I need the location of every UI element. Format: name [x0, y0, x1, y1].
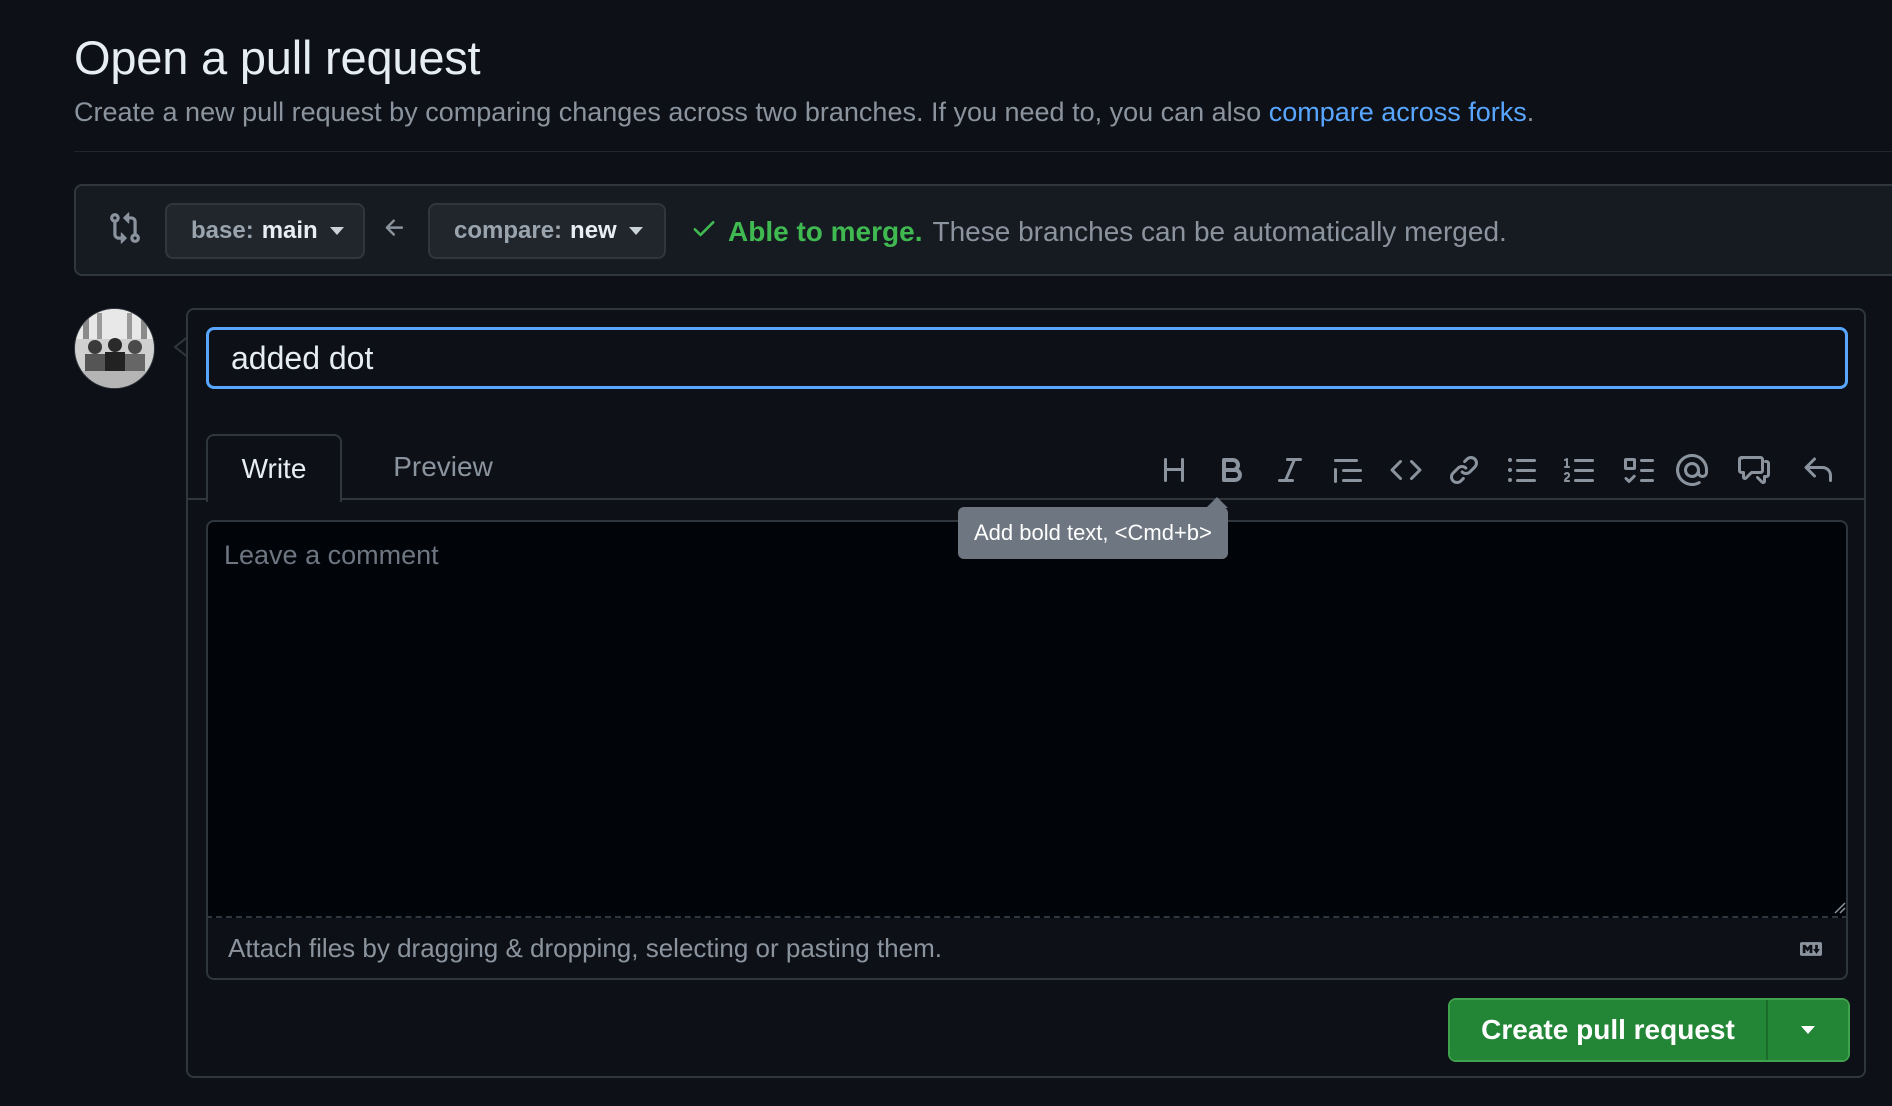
chevron-down-icon	[329, 227, 344, 235]
compare-branch-button[interactable]: compare: new	[428, 203, 666, 259]
page: Open a pull request Create a new pull re…	[0, 0, 1892, 1106]
editor-tabs: Write Preview	[188, 424, 1864, 502]
mention-icon[interactable]	[1674, 452, 1710, 488]
create-pr-dropdown-button[interactable]	[1768, 1000, 1848, 1060]
compare-bar: base: main compare: new Able to merge. T…	[74, 184, 1892, 276]
base-branch-value: main	[261, 217, 318, 244]
page-title: Open a pull request	[74, 31, 481, 84]
merge-ok-text: Able to merge.	[728, 215, 923, 247]
compare-across-forks-link[interactable]: compare across forks	[1269, 97, 1527, 127]
subtitle-end: .	[1526, 97, 1535, 127]
task-list-icon[interactable]	[1620, 452, 1656, 488]
comment-textarea[interactable]	[206, 520, 1848, 918]
chevron-down-icon	[628, 227, 643, 235]
ordered-list-icon[interactable]	[1562, 452, 1598, 488]
check-icon	[690, 214, 718, 249]
page-subtitle: Create a new pull request by comparing c…	[74, 97, 1534, 128]
attach-files-text: Attach files by dragging & dropping, sel…	[228, 932, 942, 963]
merge-description: These branches can be automatically merg…	[932, 215, 1507, 247]
bold-tooltip: Add bold text, <Cmd+b>	[958, 507, 1228, 559]
heading-icon[interactable]	[1156, 452, 1192, 488]
resize-handle-icon[interactable]	[1832, 900, 1846, 914]
merge-status: Able to merge. These branches can be aut…	[690, 214, 1507, 249]
link-icon[interactable]	[1446, 452, 1482, 488]
create-pr-button-group: Create pull request	[1448, 998, 1850, 1062]
tab-preview[interactable]: Preview	[368, 434, 518, 500]
italic-icon[interactable]	[1272, 452, 1308, 488]
create-pull-request-button[interactable]: Create pull request	[1450, 1000, 1768, 1060]
subtitle-text: Create a new pull request by comparing c…	[74, 97, 1269, 127]
header-divider	[74, 151, 1892, 152]
compare-branch-label: compare:	[454, 217, 563, 244]
code-icon[interactable]	[1388, 452, 1424, 488]
tab-write[interactable]: Write	[206, 434, 342, 502]
cross-reference-icon[interactable]	[1736, 452, 1772, 488]
attach-files-bar[interactable]: Attach files by dragging & dropping, sel…	[206, 918, 1848, 980]
reply-icon[interactable]	[1800, 452, 1836, 488]
pr-title-input[interactable]	[206, 327, 1848, 389]
git-compare-icon	[108, 210, 142, 246]
bold-icon[interactable]	[1214, 452, 1250, 488]
unordered-list-icon[interactable]	[1504, 452, 1540, 488]
arrow-left-icon	[382, 215, 408, 241]
chevron-down-icon	[1801, 1026, 1815, 1034]
pull-request-editor: Write Preview	[186, 308, 1866, 1078]
quote-icon[interactable]	[1330, 452, 1366, 488]
base-branch-label: base:	[191, 217, 254, 244]
avatar[interactable]	[74, 308, 155, 389]
base-branch-button[interactable]: base: main	[165, 203, 365, 259]
compare-branch-value: new	[570, 217, 617, 244]
markdown-icon[interactable]	[1794, 936, 1828, 958]
